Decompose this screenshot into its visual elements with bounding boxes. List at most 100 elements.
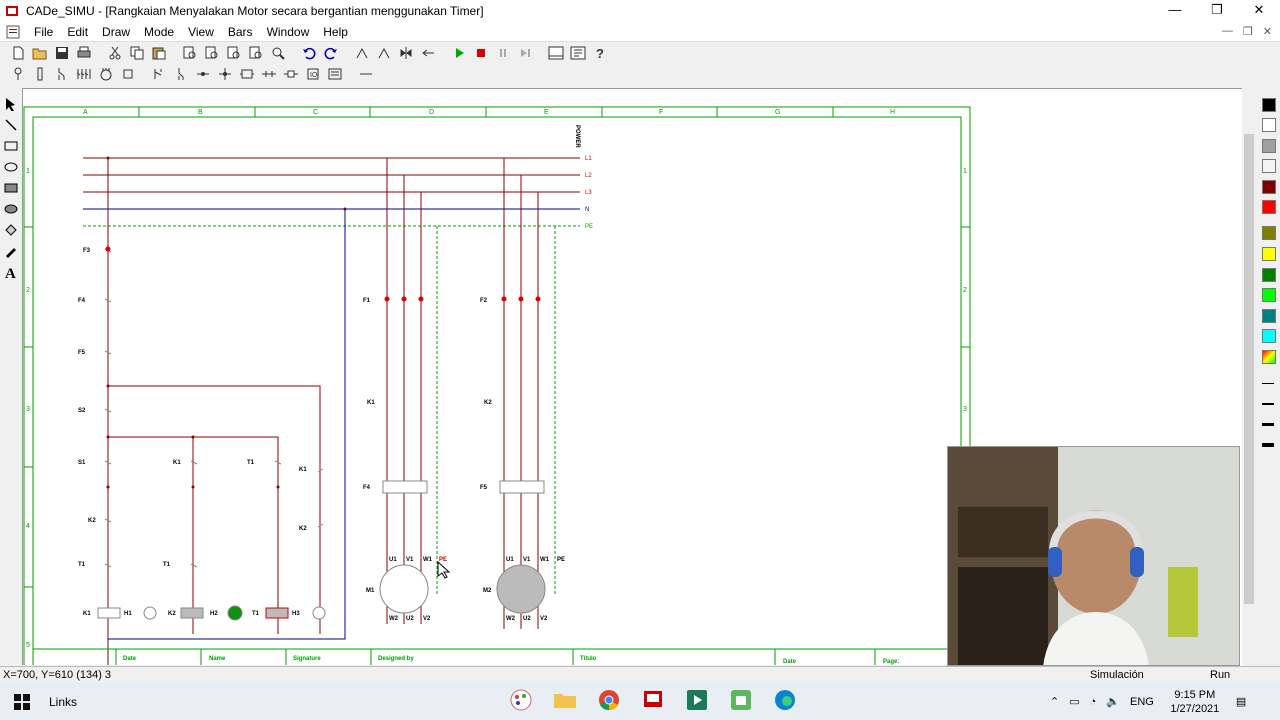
- rectangle-tool-icon[interactable]: [3, 138, 19, 154]
- line-tool-icon[interactable]: [3, 117, 19, 133]
- menu-file[interactable]: File: [27, 23, 60, 41]
- coil-k1[interactable]: [97, 607, 121, 619]
- coil-icon[interactable]: [118, 65, 137, 84]
- color-green[interactable]: [1262, 268, 1276, 282]
- links-toolbar[interactable]: Links: [49, 695, 77, 709]
- mdi-restore-icon[interactable]: ❐: [1243, 25, 1253, 38]
- close-button[interactable]: ✕: [1238, 0, 1280, 22]
- signal-icon[interactable]: [325, 65, 344, 84]
- junction-icon[interactable]: [237, 65, 256, 84]
- coil-k2[interactable]: [180, 607, 204, 619]
- menu-draw[interactable]: Draw: [95, 23, 137, 41]
- scrollbar-thumb[interactable]: [1244, 134, 1254, 604]
- color-yellow[interactable]: [1262, 247, 1276, 261]
- menu-edit[interactable]: Edit: [60, 23, 95, 41]
- paste-icon[interactable]: [149, 43, 168, 62]
- motor-m2[interactable]: [496, 564, 546, 614]
- tray-wifi-icon[interactable]: ◔: [1090, 696, 1097, 708]
- zoom-in-icon[interactable]: [180, 43, 199, 62]
- color-custom[interactable]: [1262, 350, 1276, 364]
- terminal-icon[interactable]: [193, 65, 212, 84]
- undo-icon[interactable]: [299, 43, 318, 62]
- media-player-icon[interactable]: [684, 687, 710, 716]
- line-width-4[interactable]: [1262, 443, 1274, 447]
- tray-time[interactable]: 9:15 PM: [1164, 688, 1226, 702]
- color-teal[interactable]: [1262, 309, 1276, 323]
- save-icon[interactable]: [52, 43, 71, 62]
- pushbutton-icon[interactable]: [149, 65, 168, 84]
- motor-m1[interactable]: [379, 564, 429, 614]
- power-supply-icon[interactable]: [8, 65, 27, 84]
- timer-coil-t1[interactable]: [265, 607, 289, 619]
- windows-start-icon[interactable]: [0, 693, 44, 710]
- file-explorer-icon[interactable]: [552, 687, 578, 716]
- plc-icon[interactable]: IO: [303, 65, 322, 84]
- line-width-2[interactable]: [1262, 403, 1274, 405]
- fuse-icon[interactable]: [30, 65, 49, 84]
- color-red[interactable]: [1262, 200, 1276, 214]
- vertical-scrollbar[interactable]: [1242, 88, 1256, 665]
- color-picker-icon[interactable]: [3, 243, 19, 259]
- rotate-left-icon[interactable]: [352, 43, 371, 62]
- fill-bucket-icon[interactable]: [3, 222, 19, 238]
- paint-icon[interactable]: [508, 687, 534, 716]
- filled-ellipse-tool-icon[interactable]: [3, 201, 19, 217]
- start-icon[interactable]: [449, 43, 468, 62]
- android-app-icon[interactable]: [728, 687, 754, 716]
- line-width-3[interactable]: [1262, 423, 1274, 426]
- menu-mode[interactable]: Mode: [137, 23, 181, 41]
- open-icon[interactable]: [30, 43, 49, 62]
- contacts-icon[interactable]: [74, 65, 93, 84]
- wire-icon[interactable]: [356, 65, 375, 84]
- stop-icon[interactable]: [471, 43, 490, 62]
- filled-rectangle-tool-icon[interactable]: [3, 180, 19, 196]
- mdi-close-icon[interactable]: ✕: [1263, 25, 1272, 38]
- step-icon[interactable]: [515, 43, 534, 62]
- color-black[interactable]: [1262, 98, 1276, 112]
- minimize-button[interactable]: —: [1154, 0, 1196, 22]
- menu-help[interactable]: Help: [316, 23, 355, 41]
- color-gray[interactable]: [1262, 139, 1276, 153]
- cut-icon[interactable]: [105, 43, 124, 62]
- zoom-prev-icon[interactable]: [268, 43, 287, 62]
- timer-icon[interactable]: [281, 65, 300, 84]
- mirror-v-icon[interactable]: [418, 43, 437, 62]
- notification-icon[interactable]: ▤: [1236, 695, 1246, 708]
- zoom-fit-icon[interactable]: [246, 43, 265, 62]
- menu-window[interactable]: Window: [260, 23, 317, 41]
- config-icon[interactable]: [568, 43, 587, 62]
- cadesimu-taskbar-icon[interactable]: [640, 687, 666, 716]
- select-arrow-icon[interactable]: [3, 96, 19, 112]
- color-lime[interactable]: [1262, 288, 1276, 302]
- connector-icon[interactable]: [215, 65, 234, 84]
- motor-icon[interactable]: [96, 65, 115, 84]
- text-tool-icon[interactable]: A: [3, 264, 19, 280]
- switch-icon[interactable]: [52, 65, 71, 84]
- redo-icon[interactable]: [321, 43, 340, 62]
- menu-bars[interactable]: Bars: [221, 23, 260, 41]
- tray-volume-icon[interactable]: 🔈: [1106, 695, 1120, 708]
- line-width-1[interactable]: [1262, 383, 1274, 384]
- rotate-right-icon[interactable]: [374, 43, 393, 62]
- ellipse-tool-icon[interactable]: [3, 159, 19, 175]
- color-light-gray[interactable]: [1262, 159, 1276, 173]
- new-icon[interactable]: [8, 43, 27, 62]
- tray-battery-icon[interactable]: ▭: [1069, 695, 1079, 708]
- lamp-h1[interactable]: [143, 606, 157, 620]
- color-white[interactable]: [1262, 118, 1276, 132]
- sheet-icon[interactable]: [546, 43, 565, 62]
- help-icon[interactable]: ?: [590, 43, 609, 62]
- lamp-h2[interactable]: [227, 605, 243, 621]
- menu-view[interactable]: View: [181, 23, 221, 41]
- tray-date[interactable]: 1/27/2021: [1164, 702, 1226, 716]
- contact-no-icon[interactable]: [171, 65, 190, 84]
- print-icon[interactable]: [74, 43, 93, 62]
- color-cyan[interactable]: [1262, 329, 1276, 343]
- restore-button[interactable]: ❐: [1196, 0, 1238, 22]
- lamp-h3[interactable]: [312, 606, 326, 620]
- mdi-minimize-icon[interactable]: —: [1222, 25, 1233, 38]
- tray-language[interactable]: ENG: [1130, 696, 1154, 708]
- tray-chevron-icon[interactable]: ⌃: [1050, 695, 1059, 708]
- edge-icon[interactable]: [772, 687, 798, 716]
- color-maroon[interactable]: [1262, 180, 1276, 194]
